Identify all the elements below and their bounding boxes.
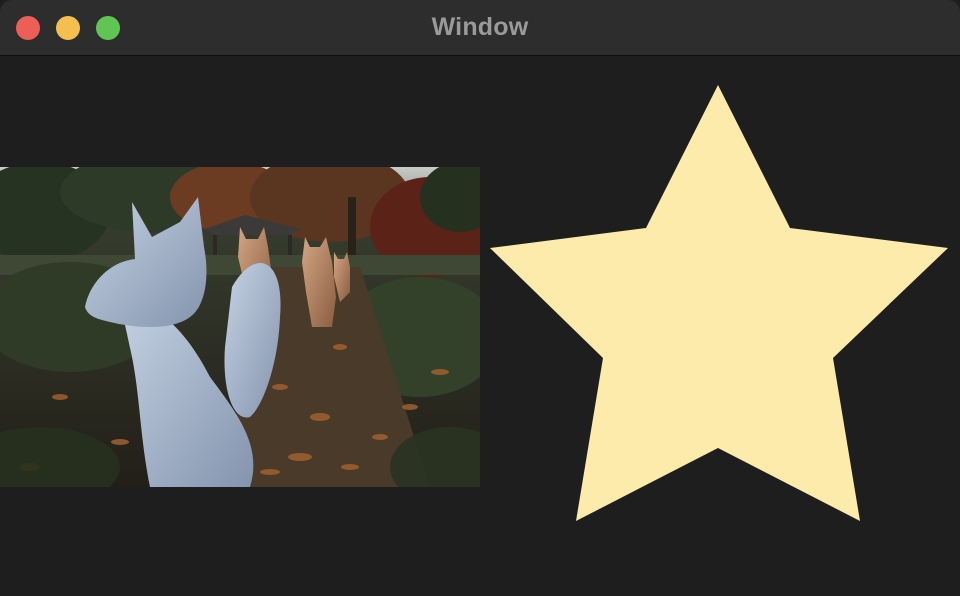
title-bar[interactable]: Window (0, 0, 960, 56)
app-window: Window (0, 0, 960, 596)
fox-statues-photo (0, 167, 480, 487)
star-icon (490, 85, 948, 521)
window-title: Window (431, 13, 529, 41)
star-shape (490, 85, 948, 521)
window-content (0, 57, 960, 596)
